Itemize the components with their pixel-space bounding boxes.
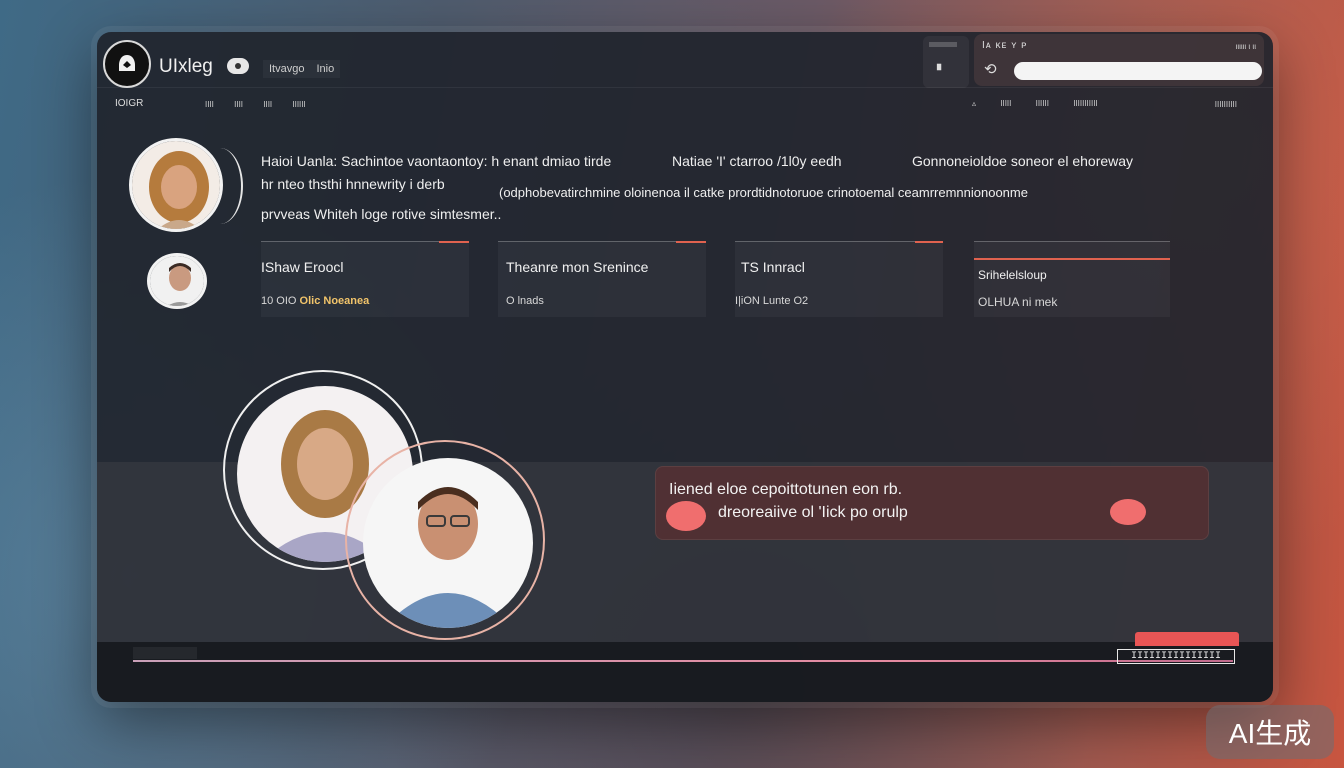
control-bar xyxy=(929,42,957,47)
message-line1: Iiened eloe cepoittotunen eon rb. xyxy=(669,481,903,498)
nav-link[interactable]: IIIIII xyxy=(1036,99,1049,108)
nav-link[interactable]: IIIIIIIIIII xyxy=(1073,99,1097,108)
send-label[interactable]: IIIIIIIIIIIIIII xyxy=(1117,649,1235,664)
search-panel: Iᴀ ᴋᴇ ʏ ᴘ ιιιιιι ι ιι ⟲ xyxy=(974,34,1264,86)
nav-link[interactable]: ▵ xyxy=(972,99,976,108)
nav-right-links: ▵ IIIII IIIIII IIIIIIIIIII xyxy=(972,99,1120,108)
profile-desc-line2b: (odphobevatirchmine oloinenoa il catke p… xyxy=(499,185,1028,200)
info-card[interactable]: IShaw Eroocl 10 OIO Olic Noeanea xyxy=(261,241,469,317)
progress-knob[interactable] xyxy=(133,647,197,659)
message-line2: dreoreaiive ol 'Iick po orulp xyxy=(718,504,908,521)
send-button[interactable] xyxy=(1135,632,1239,646)
card-meta: O lnads xyxy=(506,295,544,307)
avatar[interactable] xyxy=(147,253,207,309)
card-accent xyxy=(974,258,1170,260)
breadcrumb: Itvavgo Inio xyxy=(263,60,341,78)
card-accent xyxy=(915,241,943,243)
info-card[interactable]: Theanre mon Srenince O lnads xyxy=(498,241,706,317)
card-accent xyxy=(676,241,706,243)
card-meta-accent: Olic Noeanea xyxy=(299,295,370,307)
card-meta: 10 OIO Olic Noeanea xyxy=(261,295,369,307)
nav-link[interactable]: IIII xyxy=(263,100,272,109)
card-title: Srihelelsloup xyxy=(978,268,1047,282)
nav-link[interactable]: IIIII xyxy=(1000,99,1011,108)
nav-link[interactable]: IIIIII xyxy=(292,100,305,109)
progress-track[interactable] xyxy=(133,660,1233,662)
card-meta-prefix: 10 OIO xyxy=(261,295,297,307)
nav-link[interactable]: IIII xyxy=(234,100,243,109)
breadcrumb-item[interactable]: Inio xyxy=(316,63,334,75)
search-panel-meta: ιιιιιι ι ιι xyxy=(1235,42,1256,51)
search-input[interactable] xyxy=(1014,62,1262,80)
bottom-bar: IIIIIIIIIIIIIII xyxy=(97,632,1273,702)
info-card[interactable]: Srihelelsloup OLHUA ni mek xyxy=(974,241,1170,317)
card-title: TS Innracl xyxy=(741,259,805,275)
people-group xyxy=(217,370,597,660)
nav-links: IIII IIII IIII IIIIII xyxy=(205,100,324,109)
watermark: AI生成 xyxy=(1206,705,1334,759)
profile-desc-line1c: Gonnoneioldoe soneor el ehoreway xyxy=(912,153,1134,169)
portrait-man[interactable] xyxy=(363,458,533,628)
app-window: UIxleg Itvavgo Inio ▘ Iᴀ ᴋᴇ ʏ ᴘ ιιιιιι ι … xyxy=(97,32,1273,702)
refresh-icon[interactable]: ⟲ xyxy=(984,60,997,78)
pin-icon[interactable]: ▘ xyxy=(937,64,945,77)
breadcrumb-item[interactable]: Itvavgo xyxy=(269,63,304,75)
heart-icon[interactable] xyxy=(666,501,706,531)
top-bar: UIxleg Itvavgo Inio ▘ Iᴀ ᴋᴇ ʏ ᴘ ιιιιιι ι … xyxy=(97,32,1273,88)
eye-icon[interactable] xyxy=(227,58,249,74)
hooded-figure-icon[interactable] xyxy=(103,40,151,88)
avatar-ring xyxy=(197,148,243,224)
profile-desc-line1b: Natiae 'I' ctarroo /1l0y eedh xyxy=(672,153,842,169)
info-card[interactable]: TS Innracl I|iON Lunte O2 xyxy=(735,241,943,317)
heart-icon[interactable] xyxy=(1110,499,1146,525)
window-control[interactable]: ▘ xyxy=(923,36,969,88)
nav-link[interactable]: IIII xyxy=(205,100,214,109)
search-panel-title: Iᴀ ᴋᴇ ʏ ᴘ xyxy=(982,40,1028,51)
card-title: IShaw Eroocl xyxy=(261,259,344,275)
card-meta: OLHUA ni mek xyxy=(978,295,1058,309)
message-bubble: Iiened eloe cepoittotunen eon rb. dreore… xyxy=(655,466,1209,540)
profile-desc-line3: prvveas Whiteh loge rotive simtesmer.. xyxy=(261,206,502,222)
app-name: UIxleg xyxy=(159,56,213,77)
nav-home[interactable]: IOIGR xyxy=(115,98,143,109)
profile-desc-line2a: hr nteo thsthi hnnewrity i derb xyxy=(261,176,445,192)
sub-nav: IOIGR IIII IIII IIII IIIIII ▵ IIIII IIII… xyxy=(97,88,1273,118)
card-meta: I|iON Lunte O2 xyxy=(735,295,809,307)
nav-far-link[interactable]: IIIIIIIIII xyxy=(1215,100,1237,109)
card-accent xyxy=(439,241,469,243)
profile-desc-line1a: Haioi Uanla: Sachintoe vaontaontoy: h en… xyxy=(261,153,612,169)
card-title: Theanre mon Srenince xyxy=(506,259,649,275)
